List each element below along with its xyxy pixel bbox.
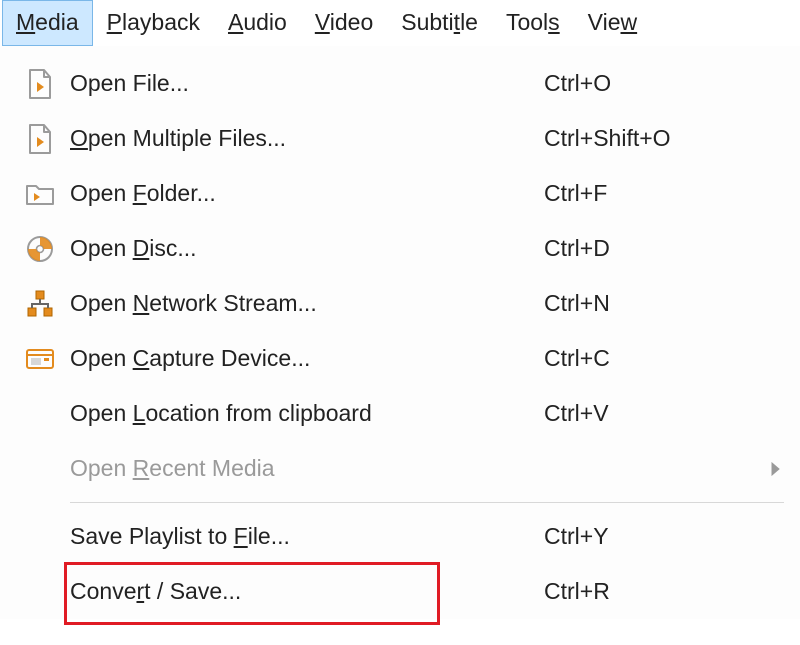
menu-label-pre: Vie [588,9,621,35]
menu-item-label: Open Multiple Files... [64,125,544,152]
menu-mnemonic: w [621,9,638,35]
menu-label-pre: Tool [506,9,548,35]
menu-separator [70,502,784,503]
open-location-clipboard[interactable]: Open Location from clipboardCtrl+V [0,386,800,441]
menu-label-post: layback [122,9,200,35]
menu-item-label: Open Disc... [64,235,544,262]
menu-label-post: ideo [330,9,373,35]
menu-item-shortcut: Ctrl+D [544,235,764,262]
menu-item-shortcut: Ctrl+Shift+O [544,125,764,152]
menu-mnemonic: V [315,9,330,35]
media-menu-dropdown: Open File...Ctrl+O Open Multiple Files..… [0,46,800,619]
menu-label-pre: Subti [401,9,453,35]
menu-item-label: Save Playlist to File... [64,523,544,550]
folder-icon [16,181,64,207]
open-capture-device[interactable]: Open Capture Device...Ctrl+C [0,331,800,386]
menu-view-cut[interactable]: View [574,0,651,46]
menu-tools[interactable]: Tools [492,0,574,46]
menu-label-post: le [460,9,478,35]
open-recent-media: Open Recent Media [0,441,800,496]
menu-item-label: Open File... [64,70,544,97]
menu-playback[interactable]: Playback [93,0,214,46]
menu-item-shortcut: Ctrl+R [544,578,764,605]
menu-item-label: Open Folder... [64,180,544,207]
menu-item-shortcut: Ctrl+F [544,180,764,207]
menu-item-label: Open Capture Device... [64,345,544,372]
menu-mnemonic: P [107,9,122,35]
menu-mnemonic: M [16,9,35,35]
file-icon [16,124,64,154]
menu-item-shortcut: Ctrl+V [544,400,764,427]
open-file[interactable]: Open File...Ctrl+O [0,56,800,111]
menubar: MediaPlaybackAudioVideoSubtitleToolsView [0,0,800,47]
menu-item-label: Convert / Save... [64,578,544,605]
open-folder[interactable]: Open Folder...Ctrl+F [0,166,800,221]
disc-icon [16,235,64,263]
submenu-arrow-icon [764,462,788,476]
menu-item-shortcut: Ctrl+O [544,70,764,97]
menu-item-shortcut: Ctrl+Y [544,523,764,550]
menu-subtitle[interactable]: Subtitle [387,0,492,46]
menu-mnemonic: s [548,9,560,35]
save-playlist-to-file[interactable]: Save Playlist to File...Ctrl+Y [0,509,800,564]
convert-save[interactable]: Convert / Save...Ctrl+R [0,564,800,619]
menu-item-shortcut: Ctrl+C [544,345,764,372]
menu-item-label: Open Location from clipboard [64,400,544,427]
open-disc[interactable]: Open Disc...Ctrl+D [0,221,800,276]
menu-label-post: edia [35,9,78,35]
open-multiple-files[interactable]: Open Multiple Files...Ctrl+Shift+O [0,111,800,166]
menu-item-shortcut: Ctrl+N [544,290,764,317]
menu-item-label: Open Recent Media [64,455,544,482]
capture-icon [16,347,64,371]
menu-label-post: udio [243,9,286,35]
open-network-stream[interactable]: Open Network Stream...Ctrl+N [0,276,800,331]
menu-video[interactable]: Video [301,0,387,46]
network-icon [16,290,64,318]
menu-item-label: Open Network Stream... [64,290,544,317]
menu-media[interactable]: Media [2,0,93,46]
menu-audio[interactable]: Audio [214,0,301,46]
menu-mnemonic: A [228,9,243,35]
file-icon [16,69,64,99]
